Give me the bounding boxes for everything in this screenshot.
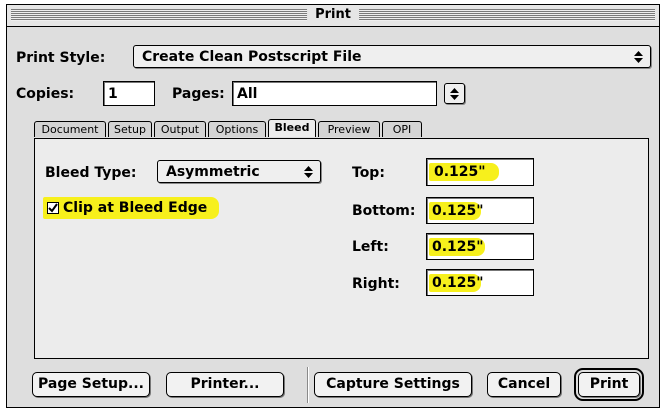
print-dialog: Print Print Style: Create Clean Postscri… bbox=[6, 4, 660, 408]
print-style-popup[interactable]: Create Clean Postscript File bbox=[133, 45, 651, 68]
checkmark-icon bbox=[48, 203, 58, 213]
tab-bleed[interactable]: Bleed bbox=[268, 119, 316, 137]
tab-options[interactable]: Options bbox=[208, 121, 266, 137]
page-setup-button[interactable]: Page Setup... bbox=[32, 372, 150, 397]
tab-output[interactable]: Output bbox=[154, 121, 206, 137]
bleed-panel: Bleed Type: Asymmetric Clip at Bleed Edg… bbox=[34, 138, 649, 359]
button-separator bbox=[307, 367, 308, 403]
print-button[interactable]: Print bbox=[574, 368, 644, 401]
popup-arrows-icon bbox=[634, 50, 643, 63]
pages-field[interactable]: All bbox=[232, 81, 437, 106]
bottom-field[interactable]: 0.125" bbox=[426, 197, 534, 224]
pages-value: All bbox=[237, 85, 258, 102]
left-label: Left: bbox=[352, 239, 389, 255]
pages-label: Pages: bbox=[172, 86, 225, 102]
pages-popup-button[interactable] bbox=[444, 83, 465, 104]
clip-label[interactable]: Clip at Bleed Edge bbox=[63, 199, 207, 217]
left-value: 0.125" bbox=[432, 238, 484, 255]
bleed-type-popup[interactable]: Asymmetric bbox=[157, 160, 321, 183]
bleed-type-label: Bleed Type: bbox=[45, 165, 137, 181]
print-style-value: Create Clean Postscript File bbox=[142, 48, 362, 65]
top-value: 0.125" bbox=[434, 164, 486, 180]
right-field[interactable]: 0.125" bbox=[426, 269, 534, 296]
tab-opi[interactable]: OPI bbox=[382, 121, 422, 137]
capture-settings-button[interactable]: Capture Settings bbox=[314, 372, 472, 397]
tab-preview[interactable]: Preview bbox=[318, 121, 380, 137]
clip-checkbox[interactable] bbox=[47, 202, 59, 214]
bottom-value: 0.125" bbox=[432, 202, 484, 219]
printer-button[interactable]: Printer... bbox=[166, 372, 284, 397]
left-field[interactable]: 0.125" bbox=[426, 233, 534, 260]
window-title: Print bbox=[307, 6, 359, 24]
tab-document[interactable]: Document bbox=[34, 121, 106, 137]
bleed-type-value: Asymmetric bbox=[166, 163, 260, 180]
print-style-label: Print Style: bbox=[16, 50, 106, 66]
cancel-button[interactable]: Cancel bbox=[487, 372, 561, 397]
bottom-label: Bottom: bbox=[352, 203, 416, 219]
popup-arrows-icon bbox=[304, 165, 313, 178]
top-label: Top: bbox=[352, 165, 385, 181]
right-value: 0.125" bbox=[432, 274, 484, 291]
copies-label: Copies: bbox=[16, 86, 75, 102]
title-bar[interactable]: Print bbox=[7, 5, 659, 27]
tab-setup[interactable]: Setup bbox=[108, 121, 152, 137]
right-label: Right: bbox=[352, 276, 400, 292]
copies-field[interactable]: 1 bbox=[103, 81, 155, 106]
copies-value: 1 bbox=[108, 85, 118, 102]
top-field[interactable]: 0.125" bbox=[426, 158, 534, 186]
popup-arrows-icon bbox=[450, 88, 459, 100]
